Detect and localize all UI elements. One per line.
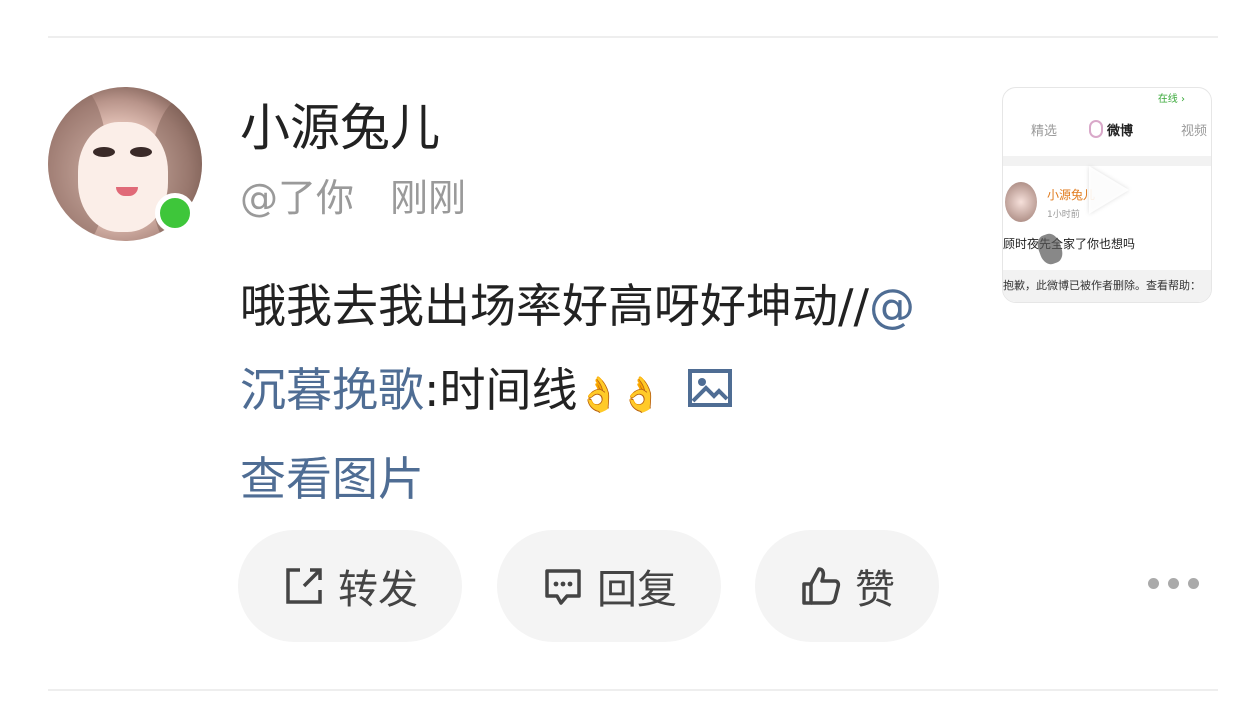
- thumb-tab-weibo: 微博: [1107, 124, 1134, 139]
- post-time: 刚刚: [390, 176, 467, 220]
- online-status-dot: [155, 193, 195, 233]
- reply-label: 回复: [597, 567, 677, 613]
- thumb-time: 1小时前: [1047, 210, 1080, 220]
- image-icon[interactable]: [687, 350, 733, 434]
- reply-button[interactable]: 回复: [497, 530, 721, 642]
- ok-hand-emoji: 👌👌: [577, 375, 663, 415]
- share-icon: [282, 564, 326, 608]
- thumb-separator: [1003, 156, 1211, 166]
- like-label: 赞: [855, 567, 895, 613]
- thumbs-up-icon: [799, 564, 843, 608]
- thumb-text: 顾时夜先全家了你也想吗: [1003, 237, 1136, 251]
- thumb-tab-video: 视频: [1181, 124, 1208, 139]
- repost-label: 转发: [338, 567, 418, 613]
- post-meta: @了你 刚刚: [240, 175, 466, 221]
- author-handle: @了你: [240, 176, 355, 220]
- thumb-deleted-notice: 抱歉，此微博已被作者删除。查看帮助：: [1003, 270, 1211, 302]
- thumb-status: 在线 ›: [1157, 94, 1185, 105]
- top-divider: [48, 36, 1218, 38]
- bottom-divider: [48, 689, 1218, 691]
- thumb-avatar: [1005, 182, 1037, 222]
- thumb-tab-featured: 精选: [1031, 124, 1058, 139]
- attached-image-thumbnail[interactable]: 在线 › 精选 微博 视频 小源兔儿 1小时前 顾时夜先全家了你也想吗 抱歉，此…: [1002, 87, 1212, 303]
- thumb-author: 小源兔儿: [1047, 188, 1096, 202]
- post-text-after: :时间线: [424, 363, 578, 417]
- repost-button[interactable]: 转发: [238, 530, 462, 642]
- play-icon: [1089, 166, 1129, 214]
- like-button[interactable]: 赞: [755, 530, 939, 642]
- comment-icon: [541, 564, 585, 608]
- view-image-link[interactable]: 查看图片: [240, 452, 424, 506]
- post-text-before: 哦我去我出场率好高呀好坤动//: [240, 279, 869, 333]
- more-options-icon[interactable]: [1148, 578, 1199, 589]
- thumb-logo-icon: [1089, 120, 1103, 138]
- author-name[interactable]: 小源兔儿: [240, 98, 440, 158]
- post-body: 哦我去我出场率好高呀好坤动//@沉暮挽歌:时间线👌👌 查看图片: [240, 264, 960, 521]
